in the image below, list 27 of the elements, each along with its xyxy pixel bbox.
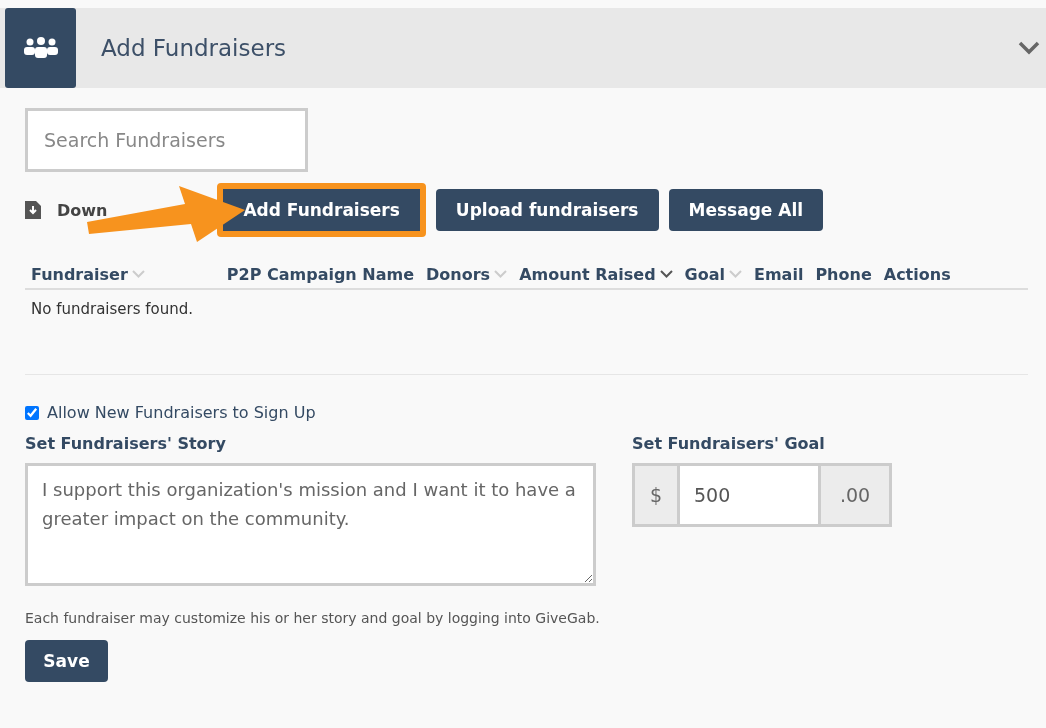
download-file-icon[interactable] [25,201,41,219]
search-field[interactable]: Search Fundraisers [25,108,308,172]
action-button[interactable]: Upload fundraisers [435,189,659,231]
column-header[interactable]: Phone [815,264,872,284]
story-field[interactable]: I support this organization's mission and I want it to have a greater impact on the community. [25,463,596,586]
goal-field[interactable]: $ 500 .00 [632,463,892,527]
column-header[interactable]: Fundraiser [31,264,145,284]
goal-label: Set Fundraisers' Goal [632,434,826,453]
highlighted-button[interactable]: Add Fundraisers [217,183,426,237]
story-label: Set Fundraisers' Story [25,434,227,453]
download-link[interactable]: Down [57,200,108,220]
column-header[interactable]: Goal [684,264,742,284]
help-text: Each fundraiser may customize his or her story and goal by logging into GiveGab. [25,610,601,626]
sort-caret-icon[interactable] [659,270,673,278]
column-header[interactable]: Actions [883,264,951,284]
group-icon [5,8,76,88]
column-header[interactable]: Donors [426,264,508,284]
save-button[interactable]: Save [25,640,108,682]
column-header[interactable]: P2P Campaign Name [226,264,415,284]
panel-title: Add Fundraisers [101,35,288,61]
action-button[interactable]: Message All [668,189,824,231]
column-header[interactable]: Amount Raised [519,264,673,284]
signup-checkbox[interactable] [25,405,39,420]
checkbox-label: Allow New Fundraisers to Sign Up [47,403,316,422]
column-header[interactable]: Email [754,264,804,284]
empty-message: No fundraisers found. [31,300,195,318]
chevron-icon[interactable] [1018,41,1040,55]
